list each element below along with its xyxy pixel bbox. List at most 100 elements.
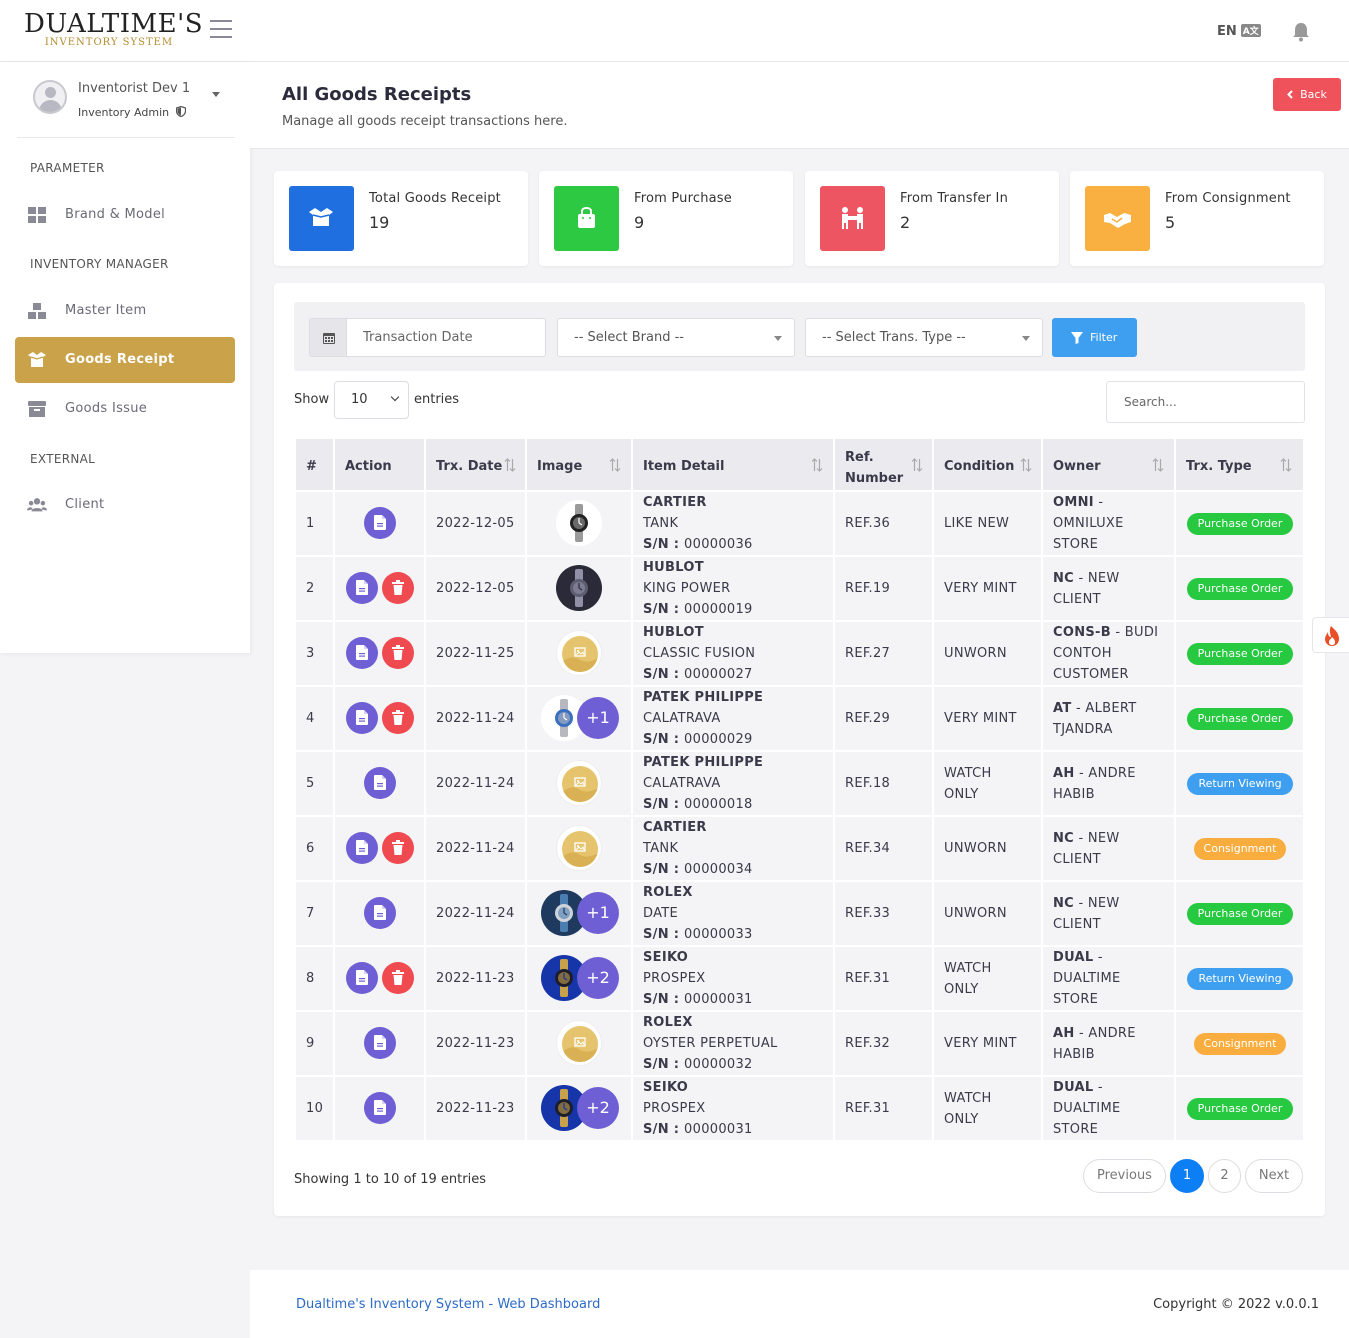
item-brand: CARTIER: [643, 495, 707, 510]
cell-image: [527, 492, 631, 555]
sort-icon[interactable]: [911, 457, 923, 473]
delete-button[interactable]: [382, 572, 414, 604]
calendar-icon[interactable]: [309, 318, 347, 357]
sidebar-item-brand-model[interactable]: Brand & Model: [15, 192, 235, 238]
bag-icon: [554, 186, 619, 251]
image-placeholder-icon[interactable]: [556, 825, 602, 871]
cell-trx-type: Purchase Order: [1176, 1077, 1303, 1140]
more-images-badge[interactable]: +2: [577, 1087, 619, 1129]
view-button[interactable]: [364, 897, 396, 929]
cell-trx-type: Purchase Order: [1176, 622, 1303, 685]
sort-icon[interactable]: [1280, 457, 1292, 473]
back-button[interactable]: Back: [1273, 78, 1341, 111]
cell-condition: UNWORN: [934, 817, 1041, 880]
watch-image[interactable]: [556, 500, 602, 546]
item-brand: CARTIER: [643, 820, 707, 835]
footer-link[interactable]: Dualtime's Inventory System - Web Dashbo…: [296, 1297, 600, 1312]
delete-button[interactable]: [382, 962, 414, 994]
watch-image[interactable]: [556, 565, 602, 611]
more-images-badge[interactable]: +2: [577, 957, 619, 999]
section-external: EXTERNAL: [30, 452, 96, 466]
entries-value: 10: [351, 392, 368, 407]
page-button-2[interactable]: 2: [1208, 1159, 1241, 1193]
sort-icon[interactable]: [609, 457, 621, 473]
view-button[interactable]: [346, 572, 378, 604]
image-placeholder-icon[interactable]: [556, 630, 602, 676]
cell-trx-date: 2022-11-24: [426, 752, 525, 815]
cell-action: [335, 947, 424, 1010]
cell-owner: AT - ALBERT TJANDRA: [1043, 687, 1174, 750]
cell-owner: CONS-B - BUDI CONTOH CUSTOMER: [1043, 622, 1174, 685]
view-button[interactable]: [346, 637, 378, 669]
sidebar-item-goods-issue[interactable]: Goods Issue: [15, 386, 235, 432]
filter-button[interactable]: Filter: [1052, 318, 1137, 357]
sort-icon[interactable]: [1020, 457, 1032, 473]
brand-logo[interactable]: DUALTIME'S INVENTORY SYSTEM: [24, 10, 203, 48]
transaction-date-input[interactable]: Transaction Date: [347, 318, 546, 357]
cell-owner: AH - ANDRE HABIB: [1043, 1012, 1174, 1075]
cell-trx-date: 2022-11-23: [426, 1077, 525, 1140]
owner-line: CONS-B - BUDI: [1053, 625, 1159, 640]
sidebar-item-label: Brand & Model: [65, 207, 166, 222]
trans-type-select[interactable]: -- Select Trans. Type --: [805, 318, 1043, 357]
view-button[interactable]: [364, 767, 396, 799]
view-button[interactable]: [346, 962, 378, 994]
stat-from-purchase: From Purchase 9: [539, 171, 793, 266]
item-serial: S/N : 00000034: [643, 862, 753, 877]
brand-select-value: -- Select Brand --: [574, 330, 684, 345]
cell-item-detail: CARTIER TANK S/N : 00000034: [633, 817, 833, 880]
view-button[interactable]: [364, 1027, 396, 1059]
item-brand: ROLEX: [643, 1015, 693, 1030]
delete-button[interactable]: [382, 637, 414, 669]
item-serial: S/N : 00000031: [643, 992, 753, 1007]
next-button[interactable]: Next: [1245, 1159, 1303, 1193]
brand-select[interactable]: -- Select Brand --: [557, 318, 795, 357]
chevron-down-icon[interactable]: [212, 92, 220, 97]
sidebar-item-master-item[interactable]: Master Item: [15, 288, 235, 334]
sort-icon[interactable]: [811, 457, 823, 473]
trx-type-badge: Purchase Order: [1187, 903, 1293, 925]
language-switcher[interactable]: EN A文: [1217, 24, 1261, 39]
col-header-label: Image: [537, 459, 583, 474]
item-brand: HUBLOT: [643, 625, 704, 640]
item-model: TANK: [643, 841, 679, 856]
stat-label: From Transfer In: [900, 191, 1009, 206]
fire-icon[interactable]: [1312, 617, 1349, 653]
item-brand: SEIKO: [643, 950, 689, 965]
sidebar-item-goods-receipt[interactable]: Goods Receipt: [15, 337, 235, 383]
cell-ref-number: REF.34: [835, 817, 932, 880]
trx-type-badge: Consignment: [1194, 838, 1286, 860]
view-button[interactable]: [364, 507, 396, 539]
delete-button[interactable]: [382, 832, 414, 864]
user-profile[interactable]: Inventorist Dev 1 Inventory Admin: [17, 62, 235, 138]
sort-icon[interactable]: [504, 457, 516, 473]
more-images-badge[interactable]: +1: [577, 697, 619, 739]
entries-select[interactable]: 10: [334, 381, 409, 419]
image-placeholder-icon[interactable]: [556, 760, 602, 806]
search-input[interactable]: Search...: [1106, 381, 1305, 423]
sort-icon[interactable]: [1152, 457, 1164, 473]
col-header-label: Condition: [944, 459, 1015, 474]
page-button-1[interactable]: 1: [1170, 1159, 1204, 1193]
cell-trx-type: Consignment: [1176, 1012, 1303, 1075]
view-button[interactable]: [346, 702, 378, 734]
cell-trx-type: Consignment: [1176, 817, 1303, 880]
view-button[interactable]: [346, 832, 378, 864]
image-placeholder-icon[interactable]: [556, 1020, 602, 1066]
item-brand: HUBLOT: [643, 560, 704, 575]
translate-icon: A文: [1240, 24, 1261, 37]
cell-number: 6: [296, 817, 333, 880]
menu-icon[interactable]: [210, 20, 232, 38]
view-button[interactable]: [364, 1092, 396, 1124]
item-serial: S/N : 00000036: [643, 537, 753, 552]
previous-button[interactable]: Previous: [1083, 1159, 1166, 1193]
owner-line: NC - NEW: [1053, 830, 1120, 846]
delete-button[interactable]: [382, 702, 414, 734]
bell-icon[interactable]: [1292, 22, 1310, 42]
col-header-4[interactable]: Item Detail: [633, 439, 833, 490]
more-images-badge[interactable]: +1: [577, 892, 619, 934]
language-code: EN: [1217, 24, 1237, 39]
cell-number: 8: [296, 947, 333, 1010]
sidebar-item-client[interactable]: Client: [15, 482, 235, 528]
trx-type-badge: Consignment: [1194, 1033, 1286, 1055]
